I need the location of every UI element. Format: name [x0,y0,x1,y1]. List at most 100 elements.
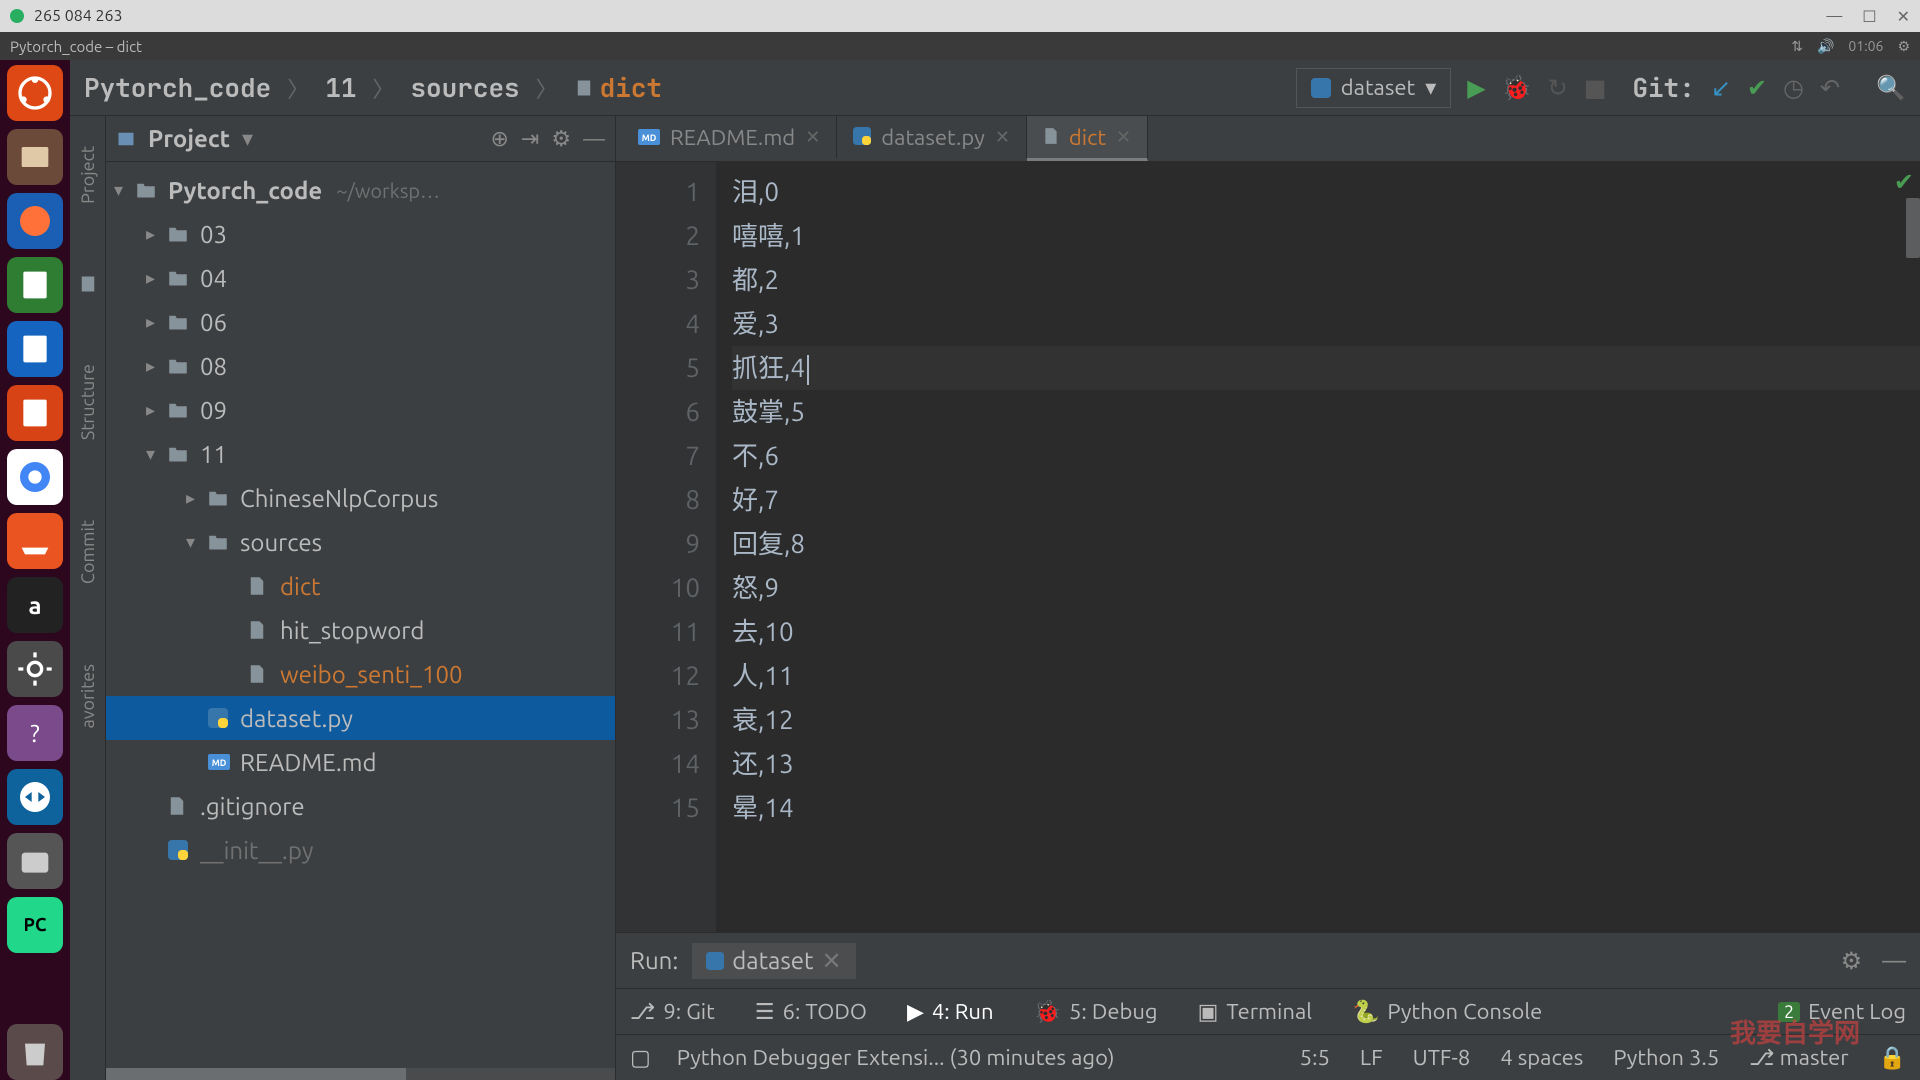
tree-item-dataset-py[interactable]: dataset.py [106,696,615,740]
tree-item-08[interactable]: ▸08 [106,344,615,388]
expand-arrow-icon[interactable]: ▸ [146,312,168,333]
status-interpreter[interactable]: Python 3.5 [1613,1045,1719,1070]
git-rollback-icon[interactable]: ↶ [1820,74,1840,102]
chevron-down-icon[interactable]: ▾ [242,126,253,152]
code-line[interactable]: 怒,9 [732,566,1920,610]
tree-item---init---py[interactable]: __init__.py [106,828,615,872]
gear-icon[interactable]: ⚙ [551,126,571,152]
run-hide-icon[interactable]: — [1882,947,1906,975]
chrome-icon[interactable] [7,449,63,505]
git-commit-icon[interactable]: ✔ [1747,74,1767,102]
code-line[interactable]: 嘻嘻,1 [732,214,1920,258]
scrollbar-thumb[interactable] [106,1068,406,1080]
editor-tab-dict[interactable]: dict✕ [1027,116,1148,161]
code-line[interactable]: 人,11 [732,654,1920,698]
tool-terminal[interactable]: ▣Terminal [1198,999,1312,1025]
run-button[interactable]: ▶ [1467,74,1485,102]
gutter-structure[interactable]: Structure [78,354,98,450]
code-line[interactable]: 抓狂,4 [732,346,1920,390]
help-launcher-icon[interactable]: ? [7,705,63,761]
git-history-icon[interactable]: ◷ [1783,74,1804,102]
firefox-icon[interactable] [7,193,63,249]
close-icon[interactable]: ✕ [821,947,841,975]
code-lines[interactable]: 泪,0嘻嘻,1都,2爱,3抓狂,4鼓掌,5不,6好,7回复,8怒,9去,10人,… [716,162,1920,932]
window-controls[interactable]: — ☐ ✕ [1826,7,1910,26]
tree-item-weibo-senti-100[interactable]: weibo_senti_100 [106,652,615,696]
run-panel-tab[interactable]: dataset ✕ [692,943,855,979]
expand-arrow-icon[interactable]: ▸ [146,224,168,245]
status-encoding[interactable]: UTF-8 [1413,1045,1471,1070]
tree-item-11[interactable]: ▾11 [106,432,615,476]
calc-icon[interactable] [7,257,63,313]
tree-item-readme-md[interactable]: MDREADME.md [106,740,615,784]
writer-icon[interactable] [7,321,63,377]
code-line[interactable]: 去,10 [732,610,1920,654]
lock-icon[interactable]: 🔒 [1879,1045,1906,1071]
tool-debug[interactable]: 🐞5: Debug [1034,999,1158,1025]
gutter-commit[interactable]: Commit [78,510,98,594]
tree-item-sources[interactable]: ▾sources [106,520,615,564]
breadcrumb-0[interactable]: Pytorch_code [84,70,271,105]
tree-item-09[interactable]: ▸09 [106,388,615,432]
debug-button[interactable]: 🐞 [1502,74,1532,102]
tree-item-03[interactable]: ▸03 [106,212,615,256]
impress-icon[interactable] [7,385,63,441]
code-line[interactable]: 爱,3 [732,302,1920,346]
tool-git[interactable]: ⎇9: Git [630,999,715,1025]
editor-v-scrollbar[interactable] [1906,198,1920,258]
code-line[interactable]: 不,6 [732,434,1920,478]
tool-todo[interactable]: ☰6: TODO [755,999,867,1025]
ubuntu-dash-icon[interactable] [7,65,63,121]
tool-python-console[interactable]: 🐍Python Console [1352,999,1542,1025]
expand-arrow-icon[interactable]: ▸ [146,268,168,289]
status-line-sep[interactable]: LF [1360,1045,1383,1070]
software-icon[interactable] [7,513,63,569]
code-line[interactable]: 回复,8 [732,522,1920,566]
gutter-bookmark-icon[interactable] [78,274,98,294]
tree-item-04[interactable]: ▸04 [106,256,615,300]
amazon-icon[interactable]: a [7,577,63,633]
search-everywhere-icon[interactable]: 🔍 [1876,74,1906,102]
trash-icon[interactable] [7,1024,63,1080]
minimize-icon[interactable]: — [1826,7,1842,26]
status-caret-pos[interactable]: 5:5 [1300,1045,1330,1070]
tree-item-06[interactable]: ▸06 [106,300,615,344]
maximize-icon[interactable]: ☐ [1862,7,1876,26]
project-tree[interactable]: ▾ Pytorch_code ~/worksp… ▸03▸04▸06▸08▸09… [106,162,615,1080]
breadcrumb-3[interactable]: dict [600,70,662,105]
hide-icon[interactable]: — [583,126,605,151]
tool-run[interactable]: ▶4: Run [907,999,994,1025]
close-icon[interactable]: ✕ [805,127,820,148]
close-icon[interactable]: ✕ [1897,7,1910,26]
pycharm-icon[interactable]: PC [7,897,63,953]
expand-arrow-icon[interactable]: ▸ [146,356,168,377]
status-box-icon[interactable]: ▢ [630,1045,651,1071]
expand-arrow-icon[interactable]: ▸ [146,400,168,421]
settings-launcher-icon[interactable] [7,641,63,697]
code-line[interactable]: 衰,12 [732,698,1920,742]
tree-item--gitignore[interactable]: .gitignore [106,784,615,828]
tree-item-hit-stopword[interactable]: hit_stopword [106,608,615,652]
status-indent[interactable]: 4 spaces [1500,1045,1583,1070]
run-config-select[interactable]: dataset ▾ [1296,68,1451,108]
code-line[interactable]: 还,13 [732,742,1920,786]
editor-tab-dataset-py[interactable]: dataset.py✕ [837,116,1027,158]
code-editor[interactable]: 123456789101112131415 泪,0嘻嘻,1都,2爱,3抓狂,4鼓… [616,162,1920,932]
tree-root[interactable]: ▾ Pytorch_code ~/worksp… [106,168,615,212]
gutter-favorites[interactable]: avorites [78,654,98,739]
locate-icon[interactable]: ⊕ [490,126,508,152]
breadcrumb-1[interactable]: 11 [325,70,356,105]
screenshot-icon[interactable] [7,833,63,889]
files-icon[interactable] [7,129,63,185]
project-h-scrollbar[interactable] [106,1068,615,1080]
git-update-icon[interactable]: ↙ [1711,74,1731,102]
close-icon[interactable]: ✕ [995,127,1010,148]
code-line[interactable]: 泪,0 [732,170,1920,214]
code-line[interactable]: 晕,14 [732,786,1920,830]
teamviewer-icon[interactable] [7,769,63,825]
tree-item-dict[interactable]: dict [106,564,615,608]
gutter-project[interactable]: Project [78,136,98,214]
run-settings-icon[interactable]: ⚙ [1841,947,1863,975]
code-line[interactable]: 都,2 [732,258,1920,302]
expand-arrow-icon[interactable]: ▾ [146,444,168,465]
